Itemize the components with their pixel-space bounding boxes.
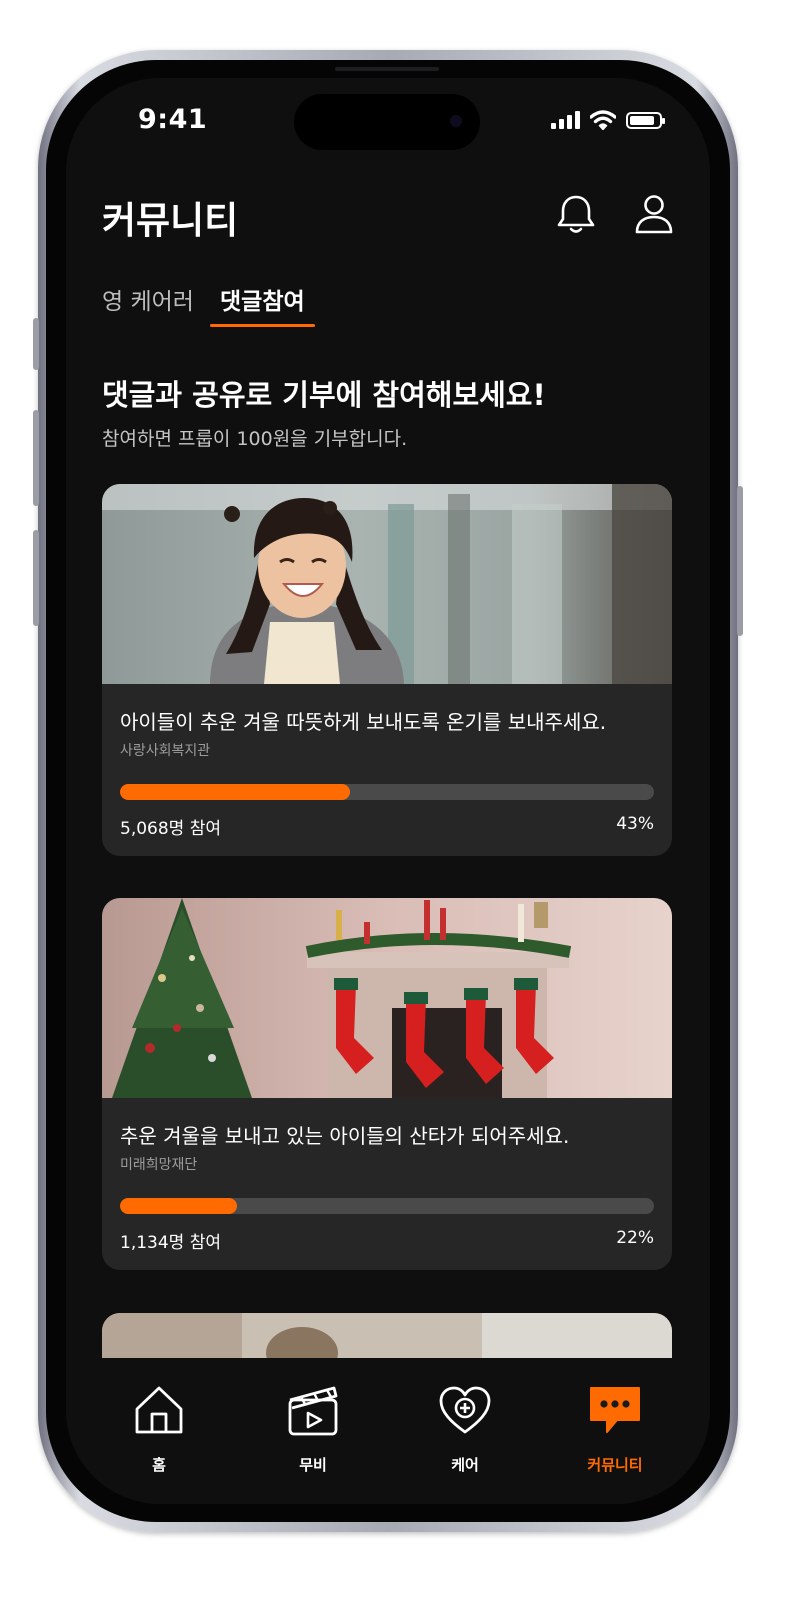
- intro-subtitle: 참여하면 프룹이 100원을 기부합니다.: [102, 428, 408, 450]
- mute-switch: [33, 318, 39, 370]
- earpiece-speaker: [335, 67, 439, 71]
- nav-home[interactable]: 홈: [104, 1382, 214, 1475]
- tab-young-carer[interactable]: 영 케어러: [102, 282, 194, 316]
- nav-label: 케어: [451, 1456, 479, 1474]
- nav-label: 커뮤니티: [587, 1456, 643, 1474]
- status-time: 9:41: [138, 104, 208, 135]
- bottom-navigation: 홈 무비 케어 커뮤니티: [66, 1358, 710, 1504]
- card-title: 아이들이 추운 겨울 따뜻하게 보내도록 온기를 보내주세요.: [120, 710, 607, 734]
- progress-track: [120, 784, 654, 800]
- progress-fill: [120, 1198, 238, 1214]
- progress-percent: 22%: [616, 1228, 654, 1248]
- page-title: 커뮤니티: [102, 199, 239, 242]
- bell-icon[interactable]: [554, 192, 598, 236]
- volume-up-button: [33, 410, 39, 506]
- donation-card[interactable]: 추운 겨울을 보내고 있는 아이들의 산타가 되어주세요. 미래희망재단 1,1…: [102, 898, 672, 1270]
- power-button: [737, 486, 743, 636]
- nav-label: 홈: [152, 1456, 166, 1474]
- camera-dot: [450, 115, 462, 127]
- nav-community[interactable]: 커뮤니티: [560, 1382, 670, 1475]
- volume-down-button: [33, 530, 39, 626]
- progress-track: [120, 1198, 654, 1214]
- heart-plus-icon: [439, 1386, 491, 1434]
- app-screen: 9:41 커뮤니티 영 케어러 댓글참여 댓글과 공유로 기부에 참여해보세요!…: [66, 78, 710, 1504]
- dynamic-island: [294, 94, 480, 150]
- participant-count: 5,068명 참여: [120, 819, 221, 839]
- card-title: 추운 겨울을 보내고 있는 아이들의 산타가 되어주세요.: [120, 1124, 570, 1148]
- christmas-fireplace-photo: [102, 898, 672, 1098]
- clapperboard-icon: [288, 1386, 338, 1436]
- wifi-icon: [590, 110, 616, 130]
- card-organization: 미래희망재단: [120, 1157, 198, 1173]
- status-icons: [551, 110, 665, 130]
- nav-care[interactable]: 케어: [410, 1382, 520, 1475]
- nav-movie[interactable]: 무비: [258, 1382, 368, 1475]
- battery-icon: [626, 111, 665, 129]
- progress-percent: 43%: [616, 814, 654, 834]
- user-icon[interactable]: [632, 192, 676, 236]
- intro-headline: 댓글과 공유로 기부에 참여해보세요!: [102, 378, 546, 412]
- tab-comment-participation[interactable]: 댓글참여: [220, 282, 305, 316]
- progress-fill: [120, 784, 350, 800]
- nav-label: 무비: [299, 1456, 327, 1474]
- chat-bubble-icon: [590, 1387, 640, 1433]
- home-icon: [135, 1386, 183, 1434]
- donation-card[interactable]: 아이들이 추운 겨울 따뜻하게 보내도록 온기를 보내주세요. 사랑사회복지관 …: [102, 484, 672, 856]
- active-tab-indicator: [210, 324, 315, 327]
- participant-count: 1,134명 참여: [120, 1233, 221, 1253]
- card-organization: 사랑사회복지관: [120, 743, 211, 759]
- next-card-image-peek: [102, 1313, 672, 1363]
- cellular-signal-icon: [551, 111, 580, 129]
- smiling-child-photo: [102, 484, 672, 684]
